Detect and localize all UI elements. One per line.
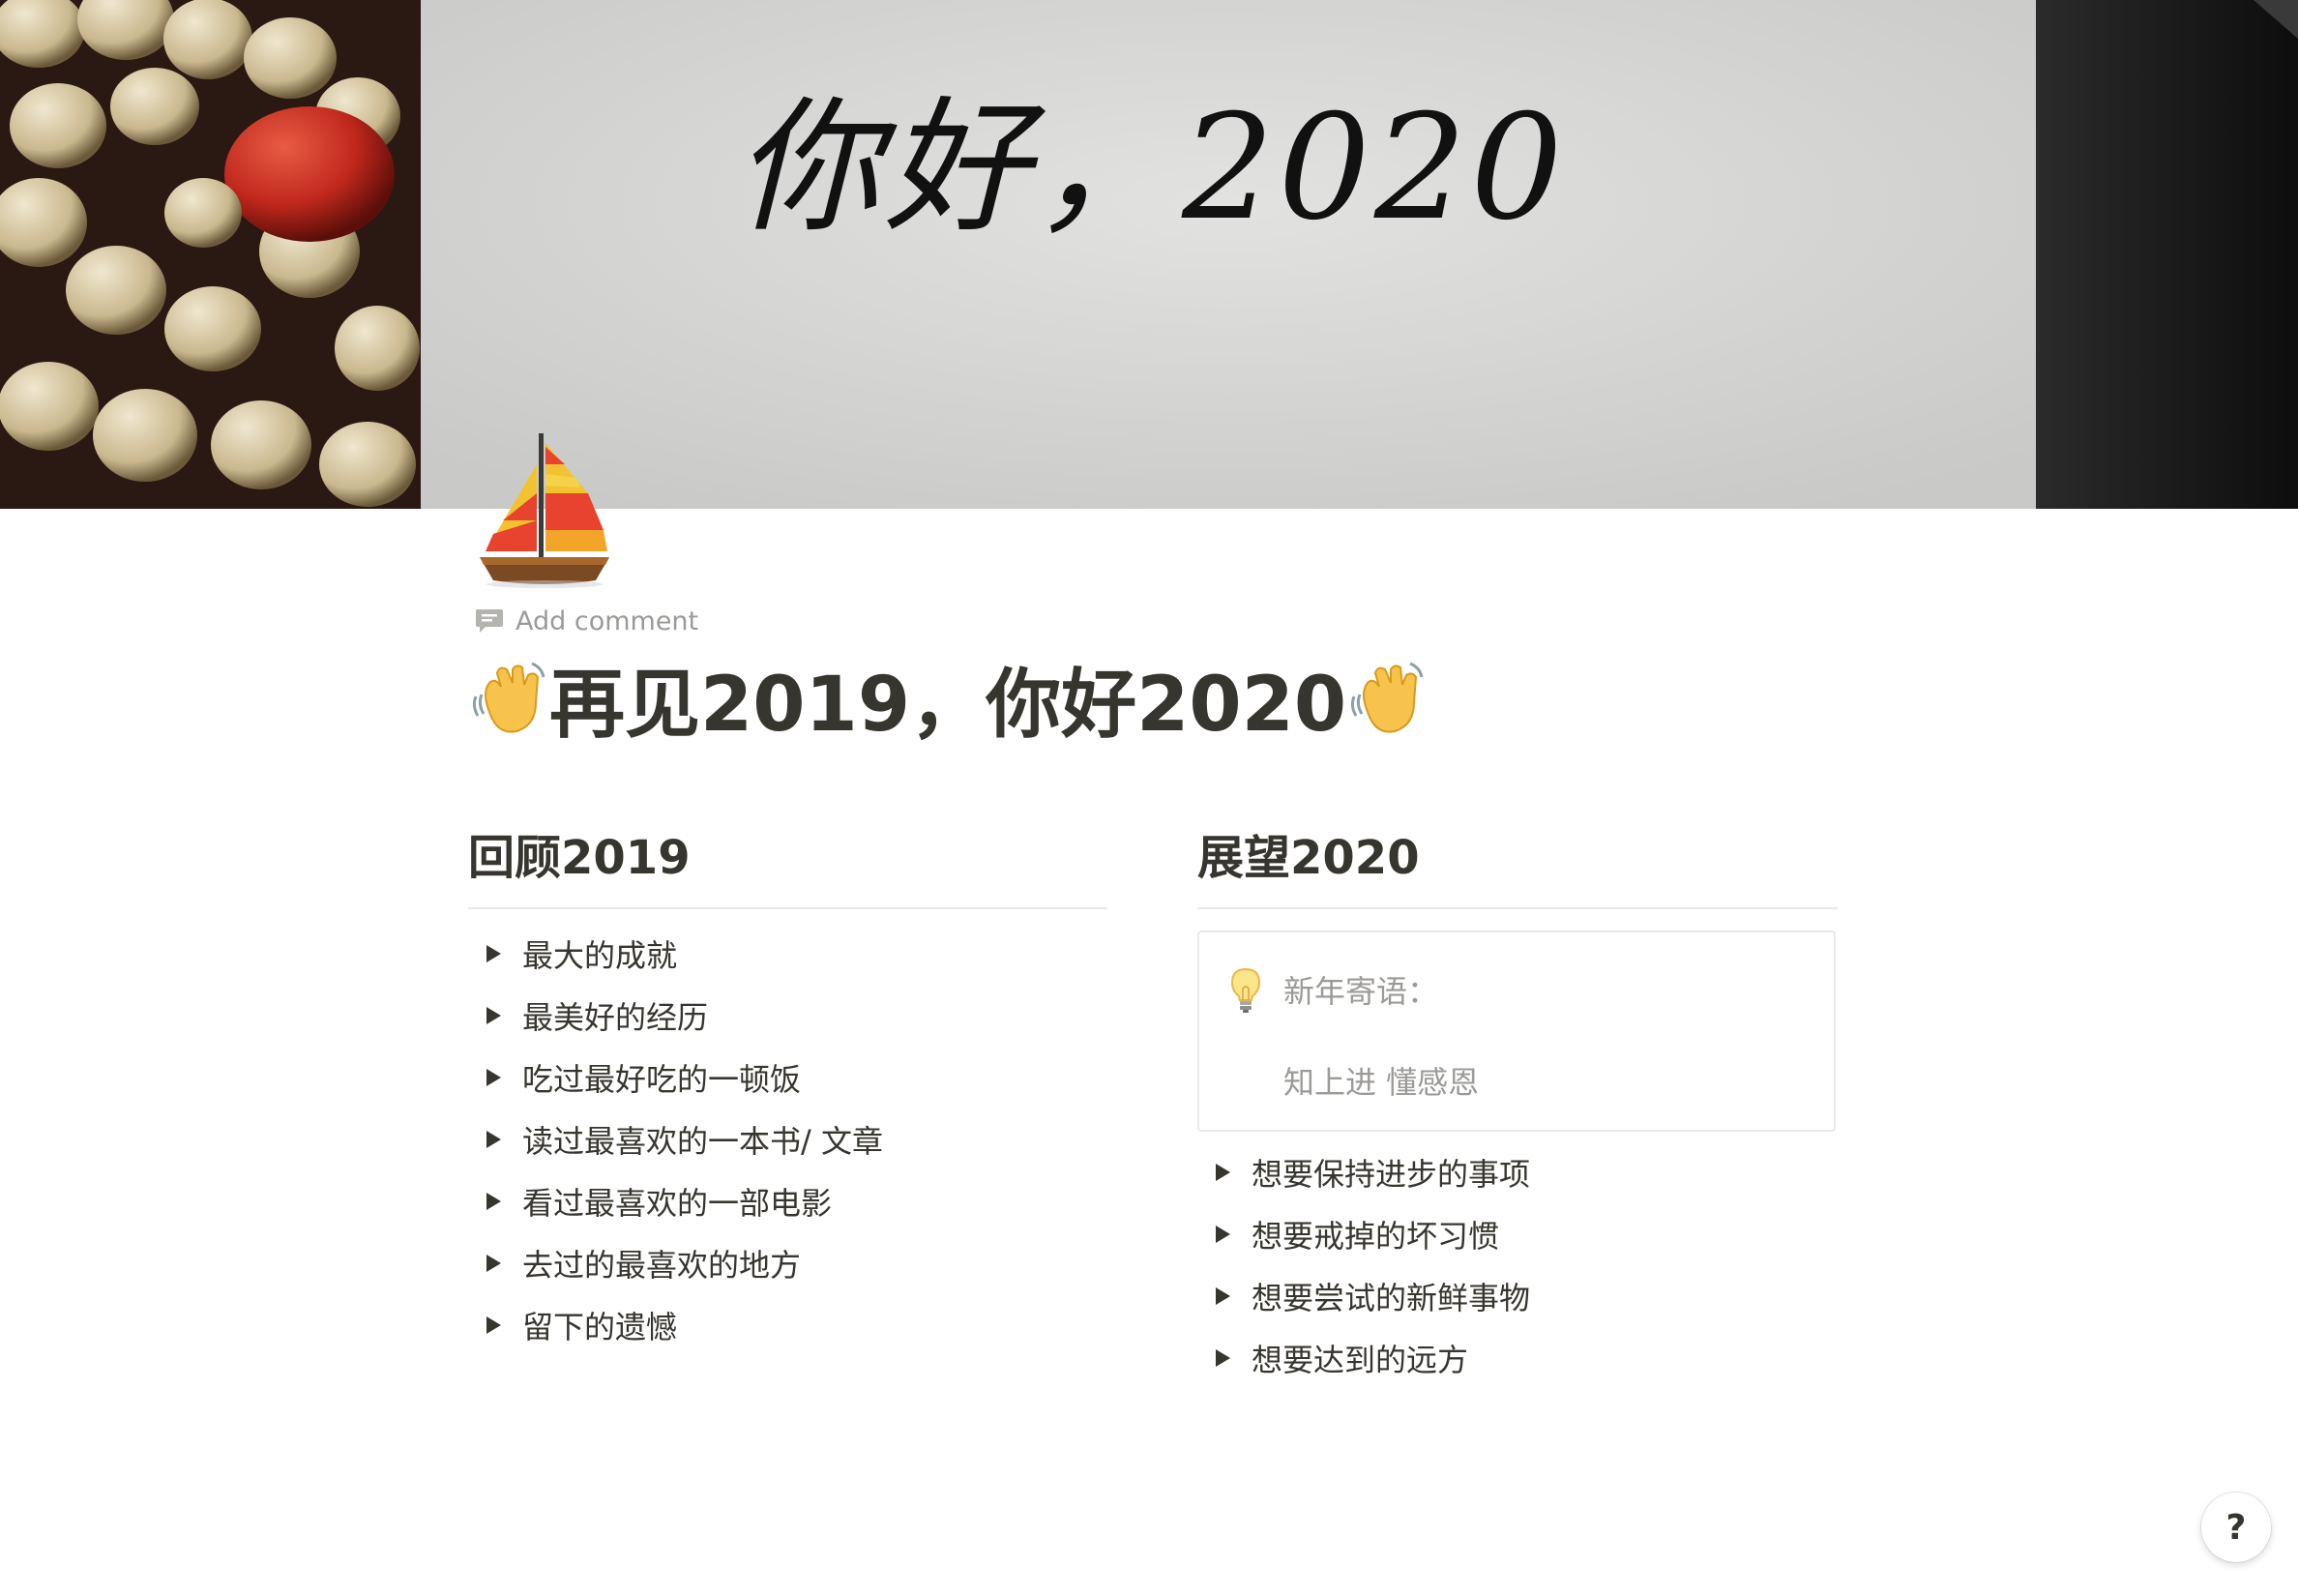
toggle-item[interactable]: 留下的遗憾 <box>468 1294 1107 1356</box>
cover-handwriting: 你好，2020 <box>735 84 1567 252</box>
sailboat-icon[interactable] <box>472 426 617 590</box>
light-bulb-icon[interactable] <box>1230 967 1261 1014</box>
toggle-item[interactable]: 去过的最喜欢的地方 <box>468 1232 1107 1294</box>
toggle-arrow-icon[interactable] <box>1195 1286 1250 1306</box>
toggle-item[interactable]: 想要达到的远方 <box>1197 1327 1838 1389</box>
toggle-item-label: 看过最喜欢的一部电影 <box>522 1185 833 1222</box>
outlook-2020-column: 展望2020 新年寄语： 知上进 懂感恩 想要保持进步的事项 想要戒掉的坏习惯 … <box>1197 822 1838 1389</box>
toggle-arrow-icon[interactable] <box>466 1254 520 1273</box>
toggle-arrow-icon[interactable] <box>466 944 520 963</box>
toggle-item-label: 想要达到的远方 <box>1252 1342 1469 1378</box>
toggle-arrow-icon[interactable] <box>466 1192 520 1211</box>
page-title-text: 再见2019，你好2020 <box>549 662 1347 749</box>
waving-hand-icon <box>472 662 545 733</box>
add-comment-button[interactable]: Add comment <box>475 602 698 640</box>
toggle-arrow-icon[interactable] <box>466 1006 520 1025</box>
toggle-item-label: 最大的成就 <box>522 937 678 974</box>
toggle-item-label: 吃过最好吃的一顿饭 <box>522 1061 802 1098</box>
toggle-item[interactable]: 读过最喜欢的一本书/ 文章 <box>468 1108 1107 1170</box>
toggle-item-label: 读过最喜欢的一本书/ 文章 <box>522 1123 883 1160</box>
toggle-item-label: 想要戒掉的坏习惯 <box>1252 1218 1500 1255</box>
review-2019-toggle-list: 最大的成就 最美好的经历 吃过最好吃的一顿饭 读过最喜欢的一本书/ 文章 看过最… <box>468 923 1107 1356</box>
toggle-item-label: 留下的遗憾 <box>522 1309 678 1345</box>
toggle-item[interactable]: 想要尝试的新鲜事物 <box>1197 1265 1838 1327</box>
toggle-arrow-icon[interactable] <box>466 1130 520 1149</box>
help-button[interactable]: ? <box>2201 1493 2271 1562</box>
toggle-arrow-icon[interactable] <box>466 1315 520 1335</box>
toggle-item-label: 想要保持进步的事项 <box>1252 1156 1531 1193</box>
comment-icon <box>476 609 503 633</box>
toggle-arrow-icon[interactable] <box>1195 1163 1250 1182</box>
add-comment-label: Add comment <box>516 606 699 636</box>
toggle-item-label: 最美好的经历 <box>522 999 709 1036</box>
toggle-item[interactable]: 最大的成就 <box>468 923 1107 985</box>
waving-hand-icon <box>1351 662 1424 733</box>
outlook-2020-toggle-list: 想要保持进步的事项 想要戒掉的坏习惯 想要尝试的新鲜事物 想要达到的远方 <box>1197 1141 1838 1389</box>
callout-title: 新年寄语： <box>1283 973 1439 1010</box>
toggle-arrow-icon[interactable] <box>1195 1348 1250 1368</box>
toggle-arrow-icon[interactable] <box>1195 1225 1250 1244</box>
review-2019-column: 回顾2019 最大的成就 最美好的经历 吃过最好吃的一顿饭 读过最喜欢的一本书/… <box>468 822 1107 1356</box>
divider <box>468 907 1107 909</box>
toggle-item[interactable]: 想要戒掉的坏习惯 <box>1197 1203 1838 1265</box>
callout-body: 知上进 懂感恩 <box>1283 1064 1480 1101</box>
toggle-item-label: 想要尝试的新鲜事物 <box>1252 1280 1531 1316</box>
page-title[interactable]: 再见2019，你好2020 <box>468 650 1428 749</box>
review-2019-heading[interactable]: 回顾2019 <box>468 822 1107 894</box>
toggle-item[interactable]: 最美好的经历 <box>468 985 1107 1047</box>
toggle-item[interactable]: 吃过最好吃的一顿饭 <box>468 1047 1107 1108</box>
divider <box>1197 907 1838 909</box>
toggle-item-label: 去过的最喜欢的地方 <box>522 1247 802 1284</box>
outlook-2020-heading[interactable]: 展望2020 <box>1197 822 1838 894</box>
toggle-item[interactable]: 看过最喜欢的一部电影 <box>468 1170 1107 1232</box>
page-cover-image: 你好，2020 <box>0 0 2298 509</box>
toggle-arrow-icon[interactable] <box>466 1068 520 1087</box>
new-year-message-callout[interactable]: 新年寄语： 知上进 懂感恩 <box>1197 931 1836 1132</box>
toggle-item[interactable]: 想要保持进步的事项 <box>1197 1141 1838 1203</box>
